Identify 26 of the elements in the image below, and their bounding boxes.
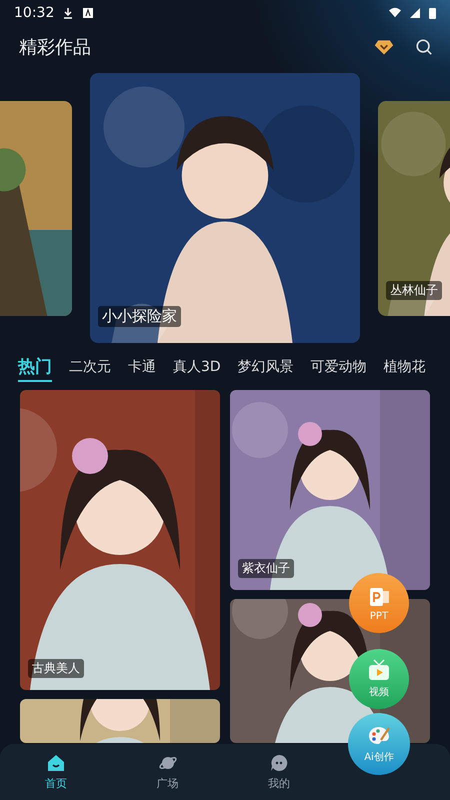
category-tab[interactable]: 真人3D — [173, 356, 221, 378]
category-tab[interactable]: 梦幻风景 — [238, 356, 294, 378]
artwork-caption: 古典美人 — [28, 659, 84, 678]
artwork-caption: 紫衣仙子 — [238, 559, 294, 578]
category-tab[interactable]: 卡通 — [128, 356, 156, 378]
download-icon — [62, 7, 74, 19]
wifi-icon — [389, 7, 401, 19]
nav-tab[interactable]: 首页 — [0, 744, 112, 800]
nav-tab[interactable]: 广场 — [112, 744, 224, 800]
category-tab[interactable]: 植物花 — [384, 356, 426, 378]
category-tab[interactable]: 热门 — [18, 352, 52, 382]
diamond-icon[interactable] — [374, 38, 394, 56]
category-tab[interactable]: 可爱动物 — [310, 356, 367, 378]
page-title: 精彩作品 — [19, 36, 92, 59]
chat-bubble-icon — [269, 753, 290, 773]
nav-tab[interactable]: 我的 — [223, 744, 336, 800]
signal-icon — [409, 7, 421, 19]
status-time: 10:32 — [14, 5, 54, 21]
home-icon — [46, 753, 66, 773]
tv-icon — [367, 659, 391, 683]
artwork-caption: 小小探险家 — [98, 306, 181, 327]
battery-icon — [429, 7, 436, 19]
keyboard-icon — [82, 7, 94, 19]
category-tab[interactable]: 二次元 — [69, 356, 111, 378]
search-icon[interactable] — [414, 38, 434, 56]
artwork-caption: 丛林仙子 — [386, 280, 442, 300]
